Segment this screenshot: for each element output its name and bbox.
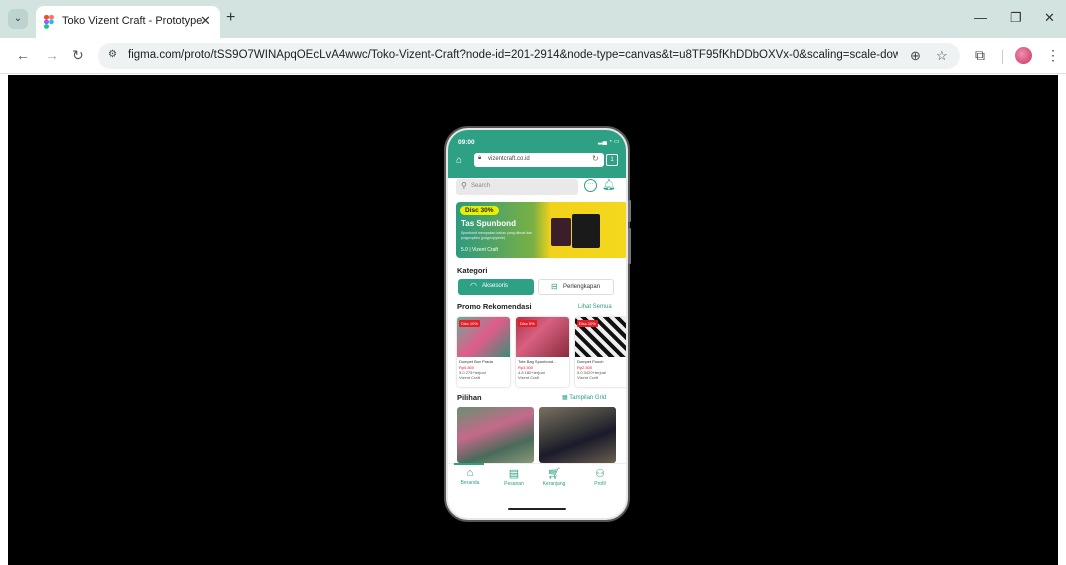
close-window-icon[interactable]: ✕: [1044, 10, 1055, 26]
restore-icon[interactable]: ❐: [1010, 10, 1022, 26]
nav-label: Pesanan: [504, 481, 524, 487]
product-card[interactable]: Disc 5% Tote Bag Spunbond... Rp3.500 4.8…: [516, 317, 569, 387]
category-label: Aksesoris: [482, 283, 509, 289]
search-placeholder: Search: [471, 183, 491, 189]
tab-strip: ⌄ Toko Vizent Craft - Prototype ✕ + — ❐ …: [0, 0, 1066, 38]
product-store: Vizent Craft: [518, 375, 539, 380]
banner-title: Tas Spunbond: [461, 219, 516, 228]
promo-banner[interactable]: Disc 30% Tas Spunbond Spunbond merupakan…: [456, 202, 626, 258]
status-icons: ▂▄ ◔ ▭: [598, 139, 620, 145]
zoom-icon[interactable]: ⊕: [910, 48, 921, 64]
figma-icon: [44, 15, 54, 29]
chat-icon[interactable]: ···: [584, 179, 597, 192]
menu-kebab-icon[interactable]: ⋮: [1046, 47, 1060, 64]
app-header: 09:00 ▂▄ ◔ ▭ ⌂ 🔒︎ vizentcraft.co.id ↻ 1: [448, 130, 626, 178]
status-time: 09:00: [458, 139, 475, 146]
notification-bell-icon[interactable]: 🔔︎: [602, 178, 616, 191]
grid-view-toggle[interactable]: ▦ Tampilan Grid: [562, 394, 606, 401]
url-text[interactable]: figma.com/proto/tSS9O7WINApqOEcLvA4wwc/T…: [128, 49, 898, 61]
product-card[interactable]: Disc 10% Dompet Box Prada Rp5.800 5.0 27…: [457, 317, 510, 387]
refresh-icon[interactable]: ↻: [592, 154, 599, 163]
back-icon[interactable]: ←: [16, 47, 30, 63]
phone-volume-button: [628, 200, 631, 222]
tab-title: Toko Vizent Craft - Prototype: [62, 15, 203, 27]
category-perlengkapan[interactable]: ⊟ Perlengkapan: [538, 279, 614, 295]
product-store: Vizent Craft: [459, 375, 480, 380]
banner-description: Spunbond merupakan bahan yang dibuat dar…: [461, 231, 533, 240]
pilihan-product-image[interactable]: [457, 407, 534, 463]
active-tab-indicator: [454, 463, 484, 465]
product-card[interactable]: Disc 10% Dompet Pouch Rp2.500 5.0 3420+t…: [575, 317, 626, 387]
product-store: Vizent Craft: [577, 375, 598, 380]
banner-rating: 5.0 | Vizent Craft: [461, 247, 499, 253]
bag-image: [572, 214, 600, 248]
nav-label: Profil: [594, 481, 606, 487]
promo-title: Promo Rekomendasi: [457, 302, 532, 311]
pilihan-product-image[interactable]: [539, 407, 616, 463]
tab-count-icon[interactable]: 1: [606, 154, 618, 166]
phone-power-button: [628, 228, 631, 264]
browser-tab[interactable]: Toko Vizent Craft - Prototype ✕: [36, 6, 220, 38]
discount-badge: Disc 5%: [518, 320, 537, 327]
product-name: Dompet Pouch: [577, 359, 604, 364]
product-name: Dompet Box Prada: [459, 359, 493, 364]
address-bar[interactable]: ⚙ figma.com/proto/tSS9O7WINApqOEcLvA4wwc…: [98, 43, 960, 69]
pilihan-title: Pilihan: [457, 393, 482, 402]
extensions-icon[interactable]: ⧉: [975, 47, 985, 64]
home-icon: ⌂: [466, 467, 474, 479]
home-indicator: [508, 508, 566, 510]
category-aksesoris[interactable]: ◠ Aksesoris: [458, 279, 534, 295]
nav-label: Keranjang: [542, 481, 566, 487]
profile-avatar[interactable]: [1015, 47, 1032, 64]
nav-label: Beranda: [460, 480, 480, 486]
grid-view-label: Tampilan Grid: [569, 395, 607, 401]
new-tab-icon[interactable]: +: [226, 9, 235, 27]
tray-icon: ⊟: [551, 282, 558, 291]
tab-close-icon[interactable]: ✕: [200, 13, 211, 29]
phone-screen: 09:00 ▂▄ ◔ ▭ ⌂ 🔒︎ vizentcraft.co.id ↻ 1 …: [448, 130, 626, 518]
toolbar-divider: [1002, 50, 1003, 64]
bag-icon: ◠: [470, 281, 477, 290]
kategori-title: Kategori: [457, 266, 488, 275]
profile-icon: ⚇: [595, 468, 605, 480]
home-icon[interactable]: ⌂: [456, 155, 462, 166]
nav-pesanan[interactable]: ▤ Pesanan: [496, 467, 532, 487]
bag-image: [551, 218, 571, 246]
category-label: Perlengkapan: [563, 284, 601, 290]
search-input[interactable]: ⚲ Search: [456, 179, 578, 195]
phone-url-bar[interactable]: 🔒︎ vizentcraft.co.id ↻: [474, 153, 604, 167]
nav-keranjang[interactable]: 🛒︎ Keranjang: [536, 467, 572, 487]
minimize-icon[interactable]: —: [974, 10, 987, 25]
bookmark-star-icon[interactable]: ☆: [936, 48, 948, 64]
reload-icon[interactable]: ↻: [72, 47, 84, 64]
forward-icon[interactable]: →: [45, 47, 59, 63]
cart-icon: 🛒︎: [547, 468, 561, 480]
site-info-icon[interactable]: ⚙: [108, 49, 117, 60]
nav-profil[interactable]: ⚇ Profil: [582, 467, 618, 487]
tab-search-dropdown-icon[interactable]: ⌄: [8, 9, 28, 29]
product-name: Tote Bag Spunbond...: [518, 359, 557, 364]
phone-url-text: vizentcraft.co.id: [488, 156, 530, 162]
discount-badge: Disc 10%: [577, 320, 598, 327]
carousel-dots[interactable]: [521, 249, 545, 258]
orders-icon: ▤: [508, 468, 520, 480]
banner-discount-badge: Disc 30%: [460, 206, 499, 215]
address-toolbar: ← → ↻ ⚙ figma.com/proto/tSS9O7WINApqOEcL…: [0, 38, 1066, 74]
lock-icon: 🔒︎: [478, 155, 482, 161]
see-all-link[interactable]: Lihat Semua: [578, 304, 612, 310]
nav-beranda[interactable]: ⌂ Beranda: [452, 467, 488, 486]
discount-badge: Disc 10%: [459, 320, 480, 327]
search-icon: ⚲: [461, 181, 467, 190]
